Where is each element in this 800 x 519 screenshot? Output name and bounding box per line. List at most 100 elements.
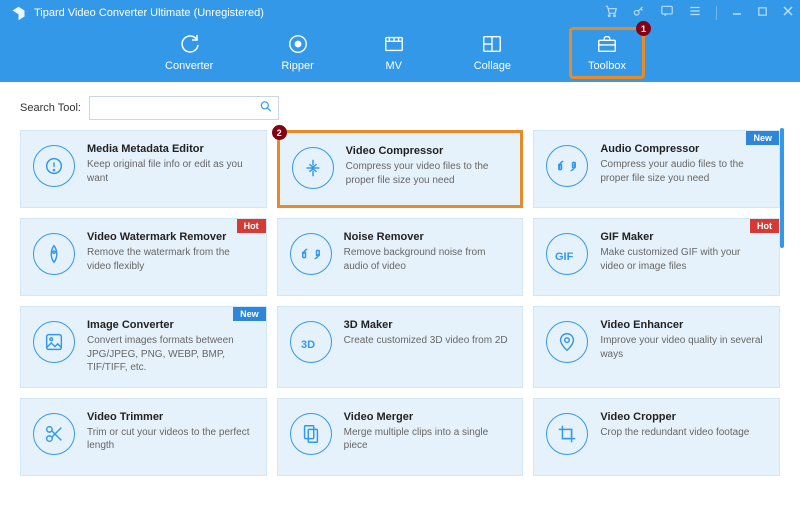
- annotation-marker-1: 1: [636, 21, 651, 36]
- tool-desc: Improve your video quality in several wa…: [600, 334, 767, 361]
- tool-text: Image Converter Convert images formats be…: [87, 319, 254, 375]
- tool-card-video-trimmer[interactable]: Video Trimmer Trim or cut your videos to …: [20, 398, 267, 476]
- badge-new: New: [746, 131, 779, 145]
- nav-label: Ripper: [281, 60, 313, 72]
- tool-icon: [546, 145, 588, 187]
- tool-desc: Crop the redundant video footage: [600, 426, 767, 440]
- search-input[interactable]: [89, 96, 279, 120]
- tool-card-video-merger[interactable]: Video Merger Merge multiple clips into a …: [277, 398, 524, 476]
- tool-text: GIF MakerMake customized GIF with your v…: [600, 231, 767, 283]
- tool-card-video-cropper[interactable]: Video Cropper Crop the redundant video fo…: [533, 398, 780, 476]
- tool-title: Video Cropper: [600, 411, 767, 423]
- nav-toolbox[interactable]: 1 Toolbox: [569, 27, 645, 79]
- nav-converter[interactable]: Converter: [155, 28, 223, 76]
- tool-icon: [33, 413, 75, 455]
- tool-icon: 3D: [290, 321, 332, 363]
- tool-icon: [292, 147, 334, 189]
- tool-title: Image Converter: [87, 319, 254, 331]
- nav-label: MV: [385, 60, 402, 72]
- nav-collage[interactable]: Collage: [464, 28, 521, 76]
- search-label: Search Tool:: [20, 102, 81, 114]
- minimize-button[interactable]: [731, 5, 743, 20]
- feedback-icon[interactable]: [660, 4, 674, 21]
- badge-new: New: [233, 307, 266, 321]
- ripper-icon: [287, 32, 309, 56]
- nav-label: Toolbox: [588, 60, 626, 72]
- tool-desc: Merge multiple clips into a single piece: [344, 426, 511, 453]
- tool-card-3d-maker[interactable]: 3D 3D Maker Create customized 3D video fro…: [277, 306, 524, 388]
- tool-card-media-metadata-editor[interactable]: Media Metadata Editor Keep original file …: [20, 130, 267, 208]
- app-logo-icon: [10, 5, 26, 21]
- toolbox-icon: [595, 32, 619, 56]
- app-header: Tipard Video Converter Ultimate (Unregis…: [0, 0, 800, 82]
- maximize-button[interactable]: [757, 6, 768, 20]
- tool-card-gif-maker[interactable]: Hot GIF GIF MakerMake customized GIF with …: [533, 218, 780, 296]
- tool-title: Video Enhancer: [600, 319, 767, 331]
- tool-card-video-watermark-remover[interactable]: HotVideo Watermark Remover Remove the wat…: [20, 218, 267, 296]
- tool-desc: Compress your video files to the proper …: [346, 160, 509, 187]
- toolbox-cards-grid: Media Metadata Editor Keep original file …: [20, 130, 780, 476]
- badge-hot: Hot: [750, 219, 779, 233]
- search-bar: Search Tool:: [0, 82, 800, 130]
- tool-card-noise-remover[interactable]: Noise Remover Remove background noise fro…: [277, 218, 524, 296]
- tool-text: 3D Maker Create customized 3D video from …: [344, 319, 511, 375]
- key-icon[interactable]: [632, 4, 646, 21]
- tool-card-audio-compressor[interactable]: NewAudio CompressorCompress your audio f…: [533, 130, 780, 208]
- tool-icon: [33, 233, 75, 275]
- cart-icon[interactable]: [604, 4, 618, 21]
- close-button[interactable]: [782, 5, 794, 20]
- tool-icon: [546, 321, 588, 363]
- annotation-marker-2: 2: [272, 125, 287, 140]
- nav-label: Collage: [474, 60, 511, 72]
- tool-title: Audio Compressor: [600, 143, 767, 155]
- svg-text:GIF: GIF: [555, 251, 574, 263]
- tool-desc: Remove the watermark from the video flex…: [87, 246, 254, 273]
- tool-icon: [33, 321, 75, 363]
- tool-desc: Keep original file info or edit as you w…: [87, 158, 254, 185]
- nav-label: Converter: [165, 60, 213, 72]
- mv-icon: [382, 32, 406, 56]
- tool-icon: [290, 413, 332, 455]
- tool-text: Video Enhancer Improve your video quality…: [600, 319, 767, 375]
- tool-icon: [290, 233, 332, 275]
- converter-icon: [176, 32, 202, 56]
- tool-text: Video Watermark Remover Remove the waterm…: [87, 231, 254, 283]
- tool-icon: [546, 413, 588, 455]
- tool-title: Media Metadata Editor: [87, 143, 254, 155]
- divider: [716, 6, 717, 20]
- tool-title: Noise Remover: [344, 231, 511, 243]
- scrollbar[interactable]: [780, 128, 784, 248]
- tool-text: Media Metadata Editor Keep original file …: [87, 143, 254, 195]
- search-icon[interactable]: [259, 100, 273, 117]
- tool-text: Video Trimmer Trim or cut your videos to …: [87, 411, 254, 463]
- tool-desc: Create customized 3D video from 2D: [344, 334, 511, 348]
- tool-desc: Convert images formats between JPG/JPEG,…: [87, 334, 254, 375]
- tool-title: Video Merger: [344, 411, 511, 423]
- tool-desc: Remove background noise from audio of vi…: [344, 246, 511, 273]
- tool-title: 3D Maker: [344, 319, 511, 331]
- tool-title: Video Compressor: [346, 145, 509, 157]
- nav-ripper[interactable]: Ripper: [271, 28, 323, 76]
- tool-title: GIF Maker: [600, 231, 767, 243]
- menu-icon[interactable]: [688, 4, 702, 21]
- badge-hot: Hot: [237, 219, 266, 233]
- nav-mv[interactable]: MV: [372, 28, 416, 76]
- tool-icon: [33, 145, 75, 187]
- tool-card-video-enhancer[interactable]: Video Enhancer Improve your video quality…: [533, 306, 780, 388]
- tool-text: Video Compressor Compress your video file…: [346, 145, 509, 193]
- tool-text: Video Cropper Crop the redundant video fo…: [600, 411, 767, 463]
- tool-text: Noise Remover Remove background noise fro…: [344, 231, 511, 283]
- tool-text: Audio CompressorCompress your audio file…: [600, 143, 767, 195]
- main-nav: Converter Ripper MV Collage 1 Toolbox: [0, 26, 800, 82]
- svg-text:3D: 3D: [301, 339, 315, 351]
- tool-card-video-compressor[interactable]: 2Video CompressorCompress your video fil…: [277, 130, 524, 208]
- tool-text: Video Merger Merge multiple clips into a …: [344, 411, 511, 463]
- app-title: Tipard Video Converter Ultimate (Unregis…: [34, 7, 264, 19]
- tool-title: Video Trimmer: [87, 411, 254, 423]
- tool-icon: GIF: [546, 233, 588, 275]
- tool-desc: Trim or cut your videos to the perfect l…: [87, 426, 254, 453]
- tool-title: Video Watermark Remover: [87, 231, 254, 243]
- window-controls: [604, 4, 794, 21]
- tool-card-image-converter[interactable]: NewImage Converter Convert images formats…: [20, 306, 267, 388]
- collage-icon: [481, 32, 503, 56]
